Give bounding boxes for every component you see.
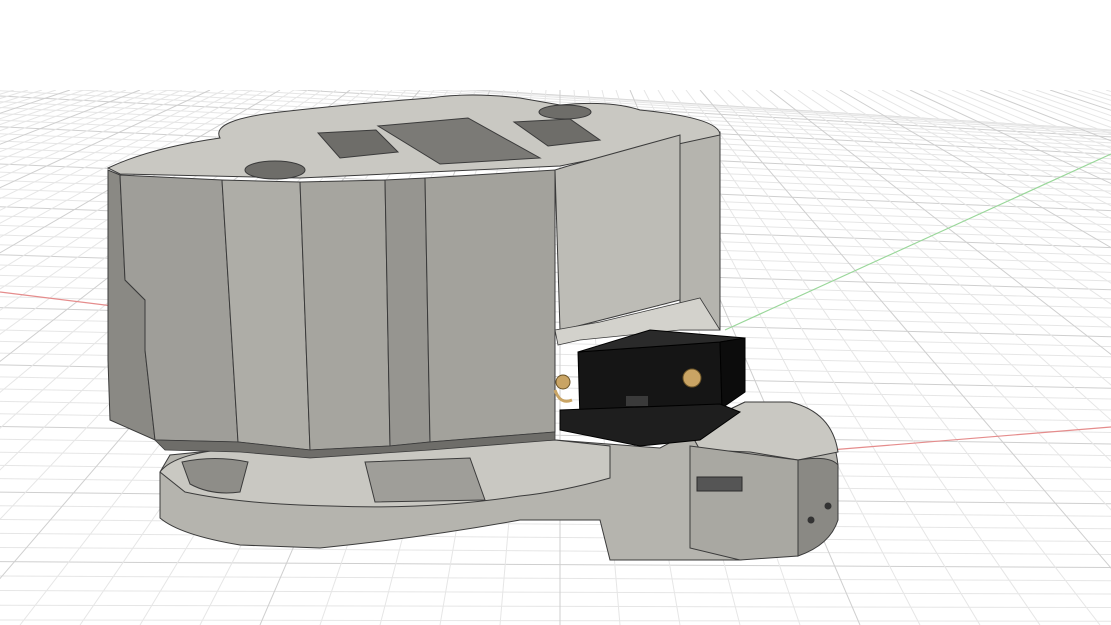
grid-line (0, 590, 1111, 595)
grid-line (0, 604, 1111, 609)
top-hole-right (538, 104, 592, 120)
grid-line (937, 89, 1111, 166)
base-slot (696, 476, 743, 492)
connector (553, 329, 746, 447)
base-right-block-end (797, 457, 839, 557)
grid-line (0, 89, 57, 109)
grid-line (0, 89, 43, 104)
grid-line (0, 546, 1111, 555)
base-right-block-front (689, 445, 799, 561)
grid-line (0, 89, 99, 126)
viewport-canvas[interactable] (0, 0, 1111, 625)
grid-line (0, 89, 127, 138)
housing-right-face (554, 134, 681, 331)
housing-facet-3 (299, 179, 391, 451)
cad-viewport[interactable] (0, 0, 1111, 625)
grid-line (797, 89, 1111, 305)
grid-line (1007, 89, 1111, 128)
brass-pin-1 (682, 368, 702, 388)
grid-line (769, 89, 1111, 356)
housing-facet-5 (424, 169, 556, 443)
grid-line (909, 89, 1111, 185)
grid-line (825, 89, 1111, 266)
grid-line (1105, 89, 1111, 93)
brass-pin-2 (555, 374, 571, 390)
connector-body-side (719, 337, 746, 409)
sky-area (0, 0, 1111, 90)
connector-latch (626, 396, 648, 406)
grid-line (1049, 89, 1111, 111)
grid-line (993, 89, 1111, 135)
grid-line (0, 532, 1111, 543)
screw-hole-1 (807, 516, 815, 524)
grid-line (1091, 89, 1111, 97)
housing-facet-4 (384, 177, 431, 447)
y-axis-line (724, 153, 1111, 331)
screw-hole-2 (824, 502, 832, 510)
top-hole-left (244, 160, 306, 180)
base-pocket (364, 457, 486, 503)
grid-line (811, 89, 1111, 284)
grid-line (0, 619, 1111, 622)
grid-line (839, 89, 1111, 249)
grid-line (0, 89, 15, 95)
